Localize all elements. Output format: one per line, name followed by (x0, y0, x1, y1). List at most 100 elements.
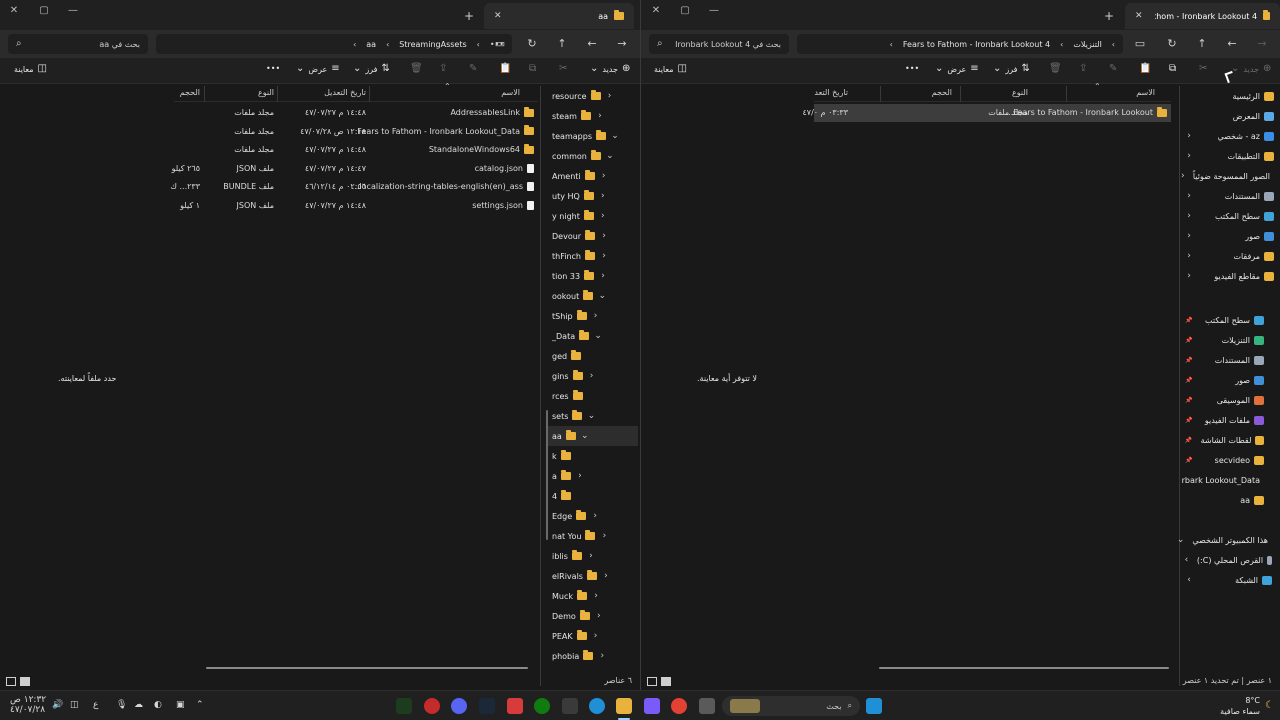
share-button[interactable]: ⇪ (439, 64, 447, 74)
minimize-button[interactable]: — (63, 4, 83, 18)
breadcrumb-item[interactable]: aa (366, 40, 376, 49)
nav-item[interactable]: المعرض (1184, 106, 1280, 126)
up-button[interactable]: ↑ (1194, 37, 1210, 51)
cut-button[interactable]: ✂ (1199, 64, 1207, 74)
chevron-icon[interactable]: › (601, 571, 611, 581)
weather-widget[interactable]: 8°C سماء صافية (1220, 695, 1260, 717)
pin-icon[interactable]: 📌 (1184, 457, 1194, 464)
chrome-icon[interactable] (671, 698, 687, 714)
nav-tree-item[interactable]: tion 33 › (548, 266, 638, 286)
search-box[interactable]: بحث في Ironbark Lookout 4 ⌕ (649, 34, 789, 54)
new-tab-button[interactable]: + (1104, 9, 1114, 23)
chevron-icon[interactable]: › (587, 371, 597, 381)
rename-button[interactable]: ✎ (469, 64, 477, 74)
vertical-scrollbar[interactable] (546, 410, 548, 540)
nav-tree-item[interactable]: uty HQ › (548, 186, 638, 206)
refresh-button[interactable]: ↻ (1164, 37, 1180, 51)
chevron-icon[interactable]: › (1184, 231, 1194, 241)
chevron-icon[interactable]: › (594, 611, 604, 621)
chevron-icon[interactable]: › (1184, 211, 1194, 221)
column-date[interactable]: تاريخ التعديل (324, 88, 366, 97)
sort-button[interactable]: ⌄ فرز ⇅ (353, 64, 390, 74)
new-button[interactable]: ⌄ جديد ⊕ (590, 64, 630, 74)
nav-tree-item[interactable]: common ⌄ (548, 146, 638, 166)
column-type[interactable]: النوع (258, 88, 274, 97)
discord-icon[interactable] (451, 698, 467, 714)
app-tray-icon[interactable]: ▣ (176, 700, 185, 710)
nav-tree-item[interactable]: k (548, 446, 638, 466)
forward-button[interactable]: → (1254, 37, 1270, 51)
back-button[interactable]: ← (1224, 37, 1240, 51)
nav-tree-item[interactable]: Amenti › (548, 166, 638, 186)
nav-tree-item[interactable]: ged (548, 346, 638, 366)
computer-nav-item[interactable]: الشبكة › (1184, 570, 1280, 590)
nav-tree-item[interactable]: teamapps ⌄ (548, 126, 638, 146)
paste-button[interactable]: 📋 (499, 64, 511, 74)
search-box[interactable]: بحث في aa ⌕ (8, 34, 148, 54)
breadcrumb-item[interactable]: Fears to Fathom - Ironbark Lookout 4 (903, 40, 1050, 49)
chevron-icon[interactable]: ⌄ (610, 131, 620, 141)
chevron-icon[interactable]: › (575, 471, 585, 481)
chevron-icon[interactable]: ⌄ (586, 411, 596, 421)
nav-tree-item[interactable]: resource › (548, 86, 638, 106)
pin-icon[interactable]: 📌 (1184, 377, 1194, 384)
clock[interactable]: ١٢:٣٢ ص ٤٧/٠٧/٢٨ (10, 695, 46, 715)
chevron-icon[interactable]: › (599, 171, 609, 181)
nav-tree-item[interactable]: tShip › (548, 306, 638, 326)
delete-button[interactable]: 🗑 (1049, 64, 1062, 74)
paste-button[interactable]: 📋 (1139, 64, 1151, 74)
microphone-icon[interactable]: 🎙 (116, 700, 127, 710)
quick-access-item[interactable]: ملفات الفيديو 📌 (1184, 410, 1280, 430)
nav-item[interactable]: التطبيقات › (1184, 146, 1280, 166)
recorder-app-icon[interactable] (424, 698, 440, 714)
xbox-icon[interactable] (534, 698, 550, 714)
nav-tree-item[interactable]: sets ⌄ (548, 406, 638, 426)
forward-button[interactable]: → (614, 37, 630, 51)
nav-tree-item[interactable]: steam › (548, 106, 638, 126)
chevron-icon[interactable]: › (1184, 555, 1189, 565)
table-row[interactable]: Fears to Fathom - Ironbark Lookout... مجل… (802, 104, 1171, 122)
new-button[interactable]: ⌄ جديد ⊕ (1231, 64, 1271, 74)
nvidia-app-icon[interactable] (396, 698, 412, 714)
pin-icon[interactable]: 📌 (1184, 357, 1194, 364)
more-button[interactable]: ••• (905, 64, 919, 73)
nav-tree-item[interactable]: nat You › (548, 526, 638, 546)
monitor-icon[interactable]: ▭ (1132, 37, 1148, 51)
pin-icon[interactable]: 📌 (1184, 397, 1194, 404)
edge-tray-icon[interactable]: ◐ (154, 700, 162, 710)
nav-item[interactable]: الصور الممسوحة ضوئياً › (1181, 166, 1280, 186)
chevron-icon[interactable]: › (1184, 131, 1194, 141)
breadcrumb-item[interactable]: التنزيلات (1073, 40, 1101, 49)
nav-item[interactable]: مرفقات › (1184, 246, 1280, 266)
column-date[interactable]: تاريخ التعد (814, 88, 848, 97)
pin-icon[interactable]: 📌 (1184, 437, 1193, 444)
nav-item[interactable]: سطح المكتب › (1184, 206, 1280, 226)
nav-tree-item[interactable]: gins › (548, 366, 638, 386)
minimize-button[interactable]: — (704, 4, 724, 18)
table-row[interactable]: StandaloneWindows64 ١٤:٤٨ م ٤٧/٠٧/٢٧ مجلد … (174, 141, 538, 159)
steam-icon[interactable] (479, 698, 495, 714)
table-row[interactable]: catalog.json ١٤:٤٧ م ٤٧/٠٧/٢٧ ملف JSON ٢٦٥ … (172, 160, 538, 178)
back-button[interactable]: ← (584, 37, 600, 51)
quick-access-item[interactable]: rbark Lookout_Data (1182, 470, 1280, 490)
column-size[interactable]: الحجم (180, 88, 200, 97)
chevron-icon[interactable]: › (1184, 575, 1194, 585)
close-window-button[interactable]: ✕ (4, 4, 24, 18)
preview-toggle[interactable]: معاينة ◫ (14, 64, 47, 74)
computer-nav-item[interactable]: القرص المحلي (C:) › (1184, 550, 1280, 570)
close-tab-icon[interactable]: ✕ (1135, 11, 1143, 21)
close-window-button[interactable]: ✕ (646, 4, 666, 18)
chevron-icon[interactable]: › (1184, 191, 1194, 201)
more-button[interactable]: ••• (266, 64, 280, 73)
tab-aa[interactable]: aa ✕ (484, 3, 634, 29)
details-view-icon[interactable] (647, 677, 657, 686)
nav-tree-item[interactable]: iblis › (548, 546, 638, 566)
chevron-icon[interactable]: › (597, 651, 607, 661)
table-row[interactable]: Fears to Fathom - Ironbark Lookout_Data ١… (174, 123, 538, 141)
chevron-icon[interactable]: › (1181, 171, 1185, 181)
column-type[interactable]: النوع (1012, 88, 1028, 97)
horizontal-scrollbar[interactable] (206, 667, 528, 669)
nav-tree-item[interactable]: y night › (548, 206, 638, 226)
column-name[interactable]: الاسم (501, 88, 520, 97)
view-button[interactable]: ⌄ عرض ≡ (296, 64, 340, 74)
